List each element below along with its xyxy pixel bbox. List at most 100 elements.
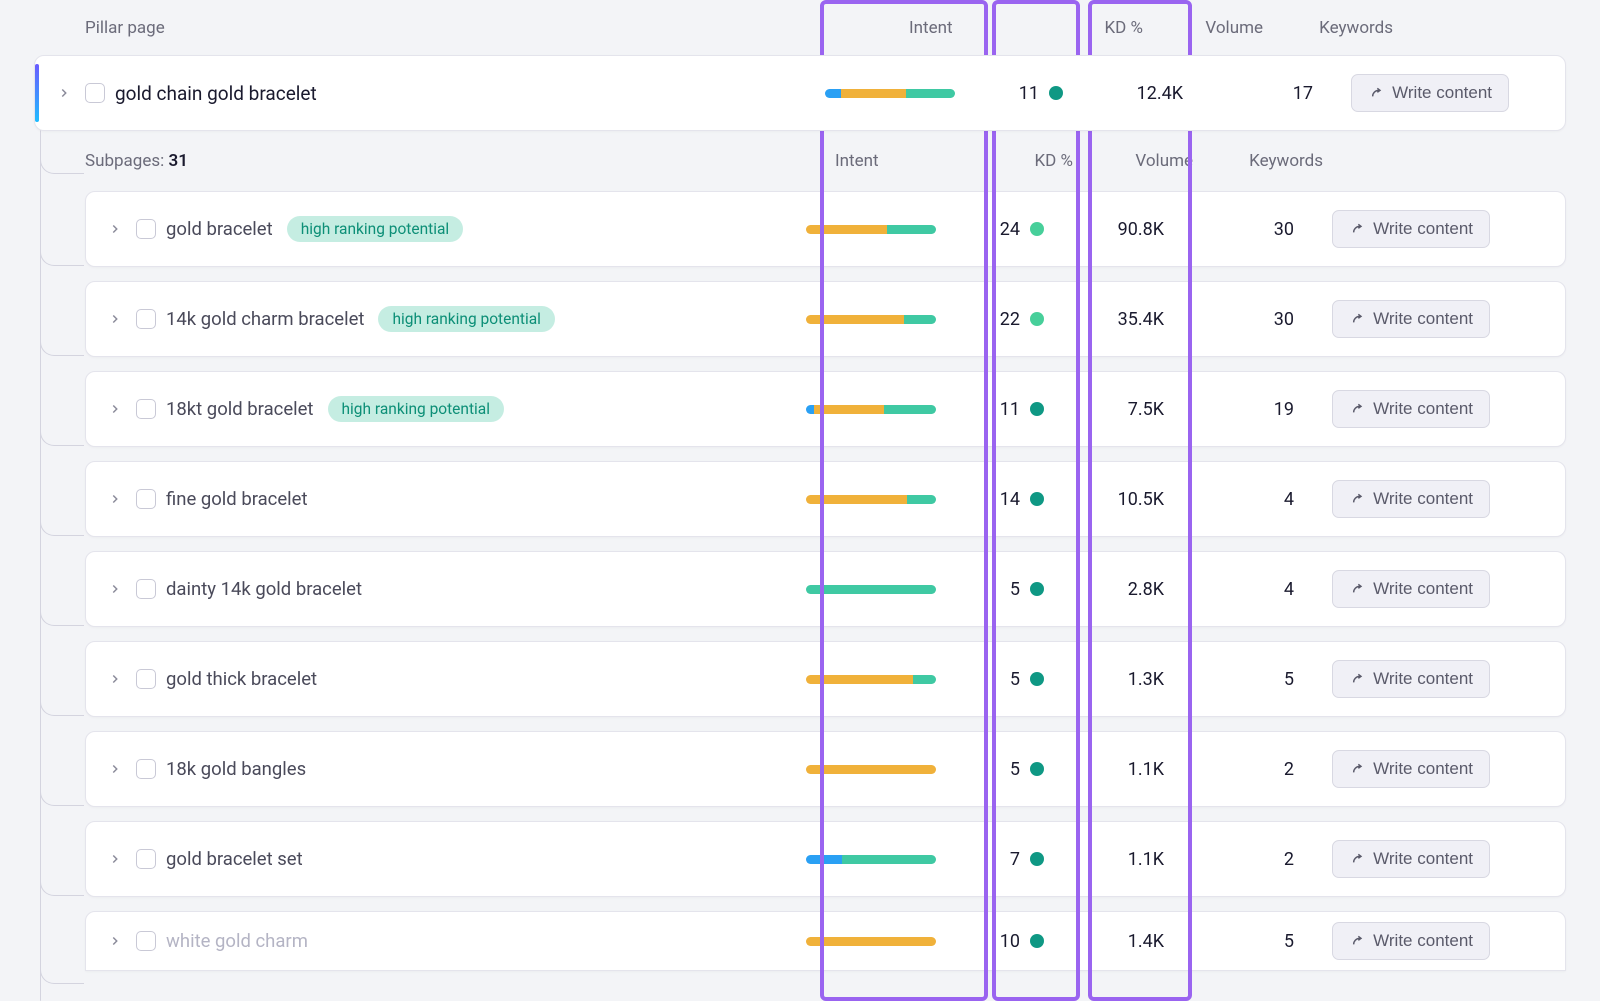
subpage-title: white gold charm (166, 930, 308, 952)
chevron-right-icon[interactable] (106, 850, 124, 868)
high-ranking-potential-badge: high ranking potential (287, 216, 464, 242)
subpage-checkbox[interactable] (136, 849, 156, 869)
kd-difficulty-dot-icon (1030, 312, 1044, 326)
page-canvas: Pillar page Intent KD % Volume Keywords … (0, 0, 1600, 1001)
subpages-count: 31 (168, 151, 187, 171)
chevron-right-icon[interactable] (106, 310, 124, 328)
subpage-title: gold thick bracelet (166, 668, 317, 690)
subpage-checkbox[interactable] (136, 669, 156, 689)
write-content-label: Write content (1373, 759, 1473, 779)
arrow-forward-icon (1349, 933, 1365, 949)
write-content-button[interactable]: Write content (1332, 840, 1490, 878)
subpage-keywords-value: 30 (1176, 309, 1306, 330)
chevron-right-icon[interactable] (106, 400, 124, 418)
write-content-button[interactable]: Write content (1332, 570, 1490, 608)
write-content-label: Write content (1373, 219, 1473, 239)
subpage-intent-bar (806, 937, 966, 946)
kd-difficulty-dot-icon (1030, 492, 1044, 506)
subpage-kd-value: 5 (1010, 759, 1020, 780)
write-content-button[interactable]: Write content (1332, 480, 1490, 518)
write-content-button[interactable]: Write content (1332, 750, 1490, 788)
pillar-checkbox[interactable] (85, 83, 105, 103)
tree-connectors (40, 120, 90, 1001)
col-kd-label-sub: KD % (995, 151, 1085, 171)
subpage-keywords-value: 5 (1176, 669, 1306, 690)
pillar-keywords-value: 17 (1195, 83, 1325, 104)
write-content-button[interactable]: Write content (1332, 390, 1490, 428)
kd-difficulty-dot-icon (1030, 672, 1044, 686)
subpage-volume-value: 10.5K (1056, 489, 1176, 510)
chevron-right-icon[interactable] (106, 670, 124, 688)
subpage-row: gold thick bracelet51.3K5Write content (85, 641, 1566, 717)
subpage-row: gold bracelet set71.1K2Write content (85, 821, 1566, 897)
write-content-label: Write content (1373, 849, 1473, 869)
subpages-count-label: Subpages: 31 (85, 151, 835, 171)
subpage-kd-value: 24 (1000, 219, 1020, 240)
subpage-volume-value: 35.4K (1056, 309, 1176, 330)
subpage-volume-value: 7.5K (1056, 399, 1176, 420)
subpage-row: 18kt gold bracelethigh ranking potential… (85, 371, 1566, 447)
subpage-checkbox[interactable] (136, 931, 156, 951)
col-kd-label: KD % (1065, 18, 1155, 38)
write-content-button[interactable]: Write content (1332, 660, 1490, 698)
chevron-right-icon[interactable] (55, 84, 73, 102)
subpage-kd-value: 14 (1000, 489, 1020, 510)
chevron-right-icon[interactable] (106, 760, 124, 778)
subpage-volume-value: 1.1K (1056, 759, 1176, 780)
subpage-intent-bar (806, 765, 966, 774)
high-ranking-potential-badge: high ranking potential (378, 306, 555, 332)
chevron-right-icon[interactable] (106, 932, 124, 950)
subpage-keywords-value: 2 (1176, 849, 1306, 870)
col-pillar-page-label: Pillar page (85, 18, 905, 38)
pillar-kd-value: 11 (1019, 83, 1039, 104)
subpages-prefix: Subpages: (85, 151, 164, 171)
write-content-button[interactable]: Write content (1332, 300, 1490, 338)
subpage-checkbox[interactable] (136, 759, 156, 779)
subpage-volume-value: 1.3K (1056, 669, 1176, 690)
write-content-button[interactable]: Write content (1332, 922, 1490, 960)
subpage-title: dainty 14k gold bracelet (166, 578, 362, 600)
subpage-intent-bar (806, 855, 966, 864)
write-content-label: Write content (1373, 399, 1473, 419)
subpage-kd-value: 10 (1000, 931, 1020, 952)
arrow-forward-icon (1349, 671, 1365, 687)
pillar-column-headers: Pillar page Intent KD % Volume Keywords (0, 0, 1600, 55)
write-content-label: Write content (1373, 931, 1473, 951)
write-content-button[interactable]: Write content (1351, 74, 1509, 112)
subpage-title: gold bracelet set (166, 848, 303, 870)
arrow-forward-icon (1349, 851, 1365, 867)
subpage-checkbox[interactable] (136, 579, 156, 599)
subpage-checkbox[interactable] (136, 219, 156, 239)
subpage-kd-value: 5 (1010, 579, 1020, 600)
subpage-row: white gold charm 10 1.4K5 Write content (85, 911, 1566, 971)
subpage-checkbox[interactable] (136, 309, 156, 329)
arrow-forward-icon (1368, 85, 1384, 101)
chevron-right-icon[interactable] (106, 220, 124, 238)
pillar-intent-bar (825, 89, 985, 98)
subpages-column-headers: Subpages: 31 Intent KD % Volume Keywords (85, 131, 1566, 191)
col-keywords-label-sub: Keywords (1205, 151, 1335, 171)
chevron-right-icon[interactable] (106, 580, 124, 598)
subpage-keywords-value: 5 (1176, 931, 1306, 952)
subpage-kd-value: 5 (1010, 669, 1020, 690)
chevron-right-icon[interactable] (106, 490, 124, 508)
subpage-volume-value: 1.4K (1056, 931, 1176, 952)
subpage-intent-bar (806, 315, 966, 324)
subpage-title: 14k gold charm bracelet (166, 308, 364, 330)
kd-difficulty-dot-icon (1030, 852, 1044, 866)
write-content-label: Write content (1373, 669, 1473, 689)
arrow-forward-icon (1349, 221, 1365, 237)
kd-difficulty-dot-icon (1030, 934, 1044, 948)
subpage-checkbox[interactable] (136, 489, 156, 509)
write-content-button[interactable]: Write content (1332, 210, 1490, 248)
subpage-title: 18k gold bangles (166, 758, 306, 780)
pillar-volume-value: 12.4K (1075, 83, 1195, 104)
write-content-label: Write content (1373, 309, 1473, 329)
subpage-row: fine gold bracelet1410.5K4Write content (85, 461, 1566, 537)
arrow-forward-icon (1349, 581, 1365, 597)
col-volume-label-sub: Volume (1085, 151, 1205, 171)
write-content-label: Write content (1392, 83, 1492, 103)
subpage-intent-bar (806, 585, 966, 594)
subpage-checkbox[interactable] (136, 399, 156, 419)
pillar-title: gold chain gold bracelet (115, 82, 317, 105)
